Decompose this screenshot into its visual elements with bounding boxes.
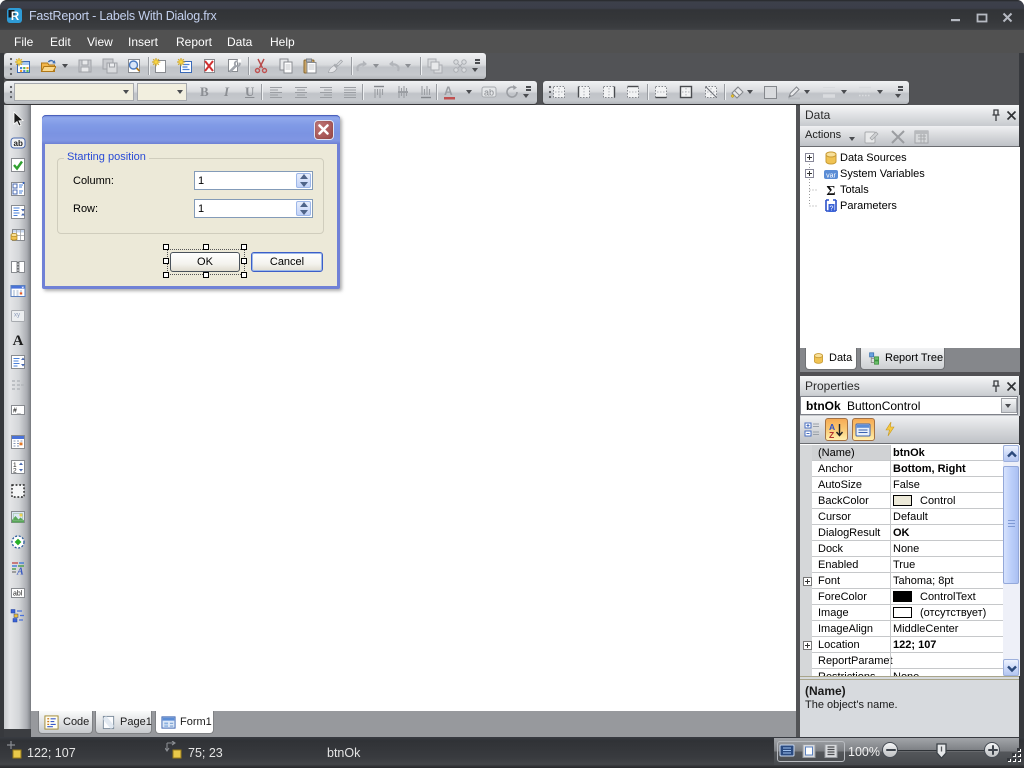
svg-text:xy: xy xyxy=(14,313,20,319)
svg-text:abl: abl xyxy=(13,591,23,598)
svg-text:var: var xyxy=(826,173,836,180)
svg-text:A: A xyxy=(16,567,24,577)
svg-text:#_: #_ xyxy=(13,408,21,415)
svg-text:ab: ab xyxy=(484,88,494,98)
svg-text:A: A xyxy=(13,333,24,347)
svg-text:R: R xyxy=(11,11,20,23)
svg-text:Σ: Σ xyxy=(826,184,835,198)
svg-text:ab: ab xyxy=(14,139,23,148)
svg-text:?: ? xyxy=(830,206,834,213)
svg-text:2: 2 xyxy=(13,468,17,475)
svg-text:A: A xyxy=(444,84,453,98)
svg-text:Z: Z xyxy=(829,430,834,439)
